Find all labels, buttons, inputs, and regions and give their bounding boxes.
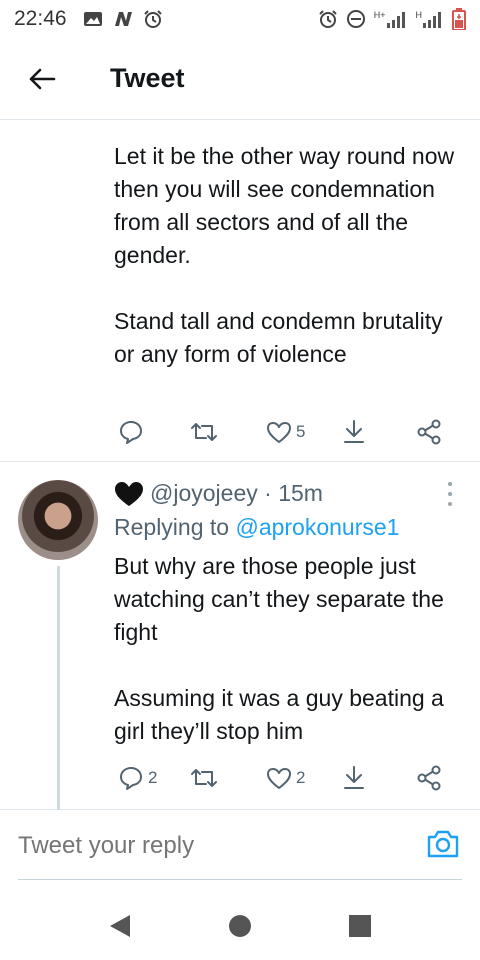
- nav-back-button[interactable]: [102, 908, 138, 944]
- dot-icon: [448, 502, 452, 506]
- dnd-icon: [346, 10, 365, 28]
- square-recents-icon: [349, 915, 371, 937]
- status-notification-icons: [83, 9, 163, 29]
- retweet-icon: [191, 769, 217, 787]
- retweet-button[interactable]: [190, 420, 222, 444]
- page-title: Tweet: [110, 63, 185, 93]
- nav-recents-button[interactable]: [342, 908, 378, 944]
- arrow-left-icon: [29, 68, 56, 89]
- tweet-actions: 5: [114, 412, 454, 452]
- alarm-icon: [143, 10, 162, 28]
- heart-outline-icon: [267, 768, 291, 789]
- reply-tweet[interactable]: @joyojeey · 15m Replying to @aprokonurse…: [0, 462, 480, 810]
- tweet-time: 15m: [278, 480, 323, 506]
- image-icon: [83, 12, 102, 26]
- signal-h-icon: H: [416, 10, 445, 28]
- download-button[interactable]: [342, 419, 366, 445]
- system-nav-bar: [0, 890, 480, 960]
- retweet-button[interactable]: [190, 766, 222, 790]
- nav-home-button[interactable]: [222, 908, 258, 944]
- network-type-label: H+: [373, 10, 386, 20]
- tweet-text: But why are those people just watching c…: [114, 553, 444, 744]
- replying-to-line: Replying to @aprokonurse1: [114, 514, 399, 541]
- dot-icon: [448, 492, 452, 496]
- dot-icon: [448, 482, 452, 486]
- thread-line: [57, 566, 60, 810]
- back-button[interactable]: [12, 49, 72, 109]
- black-heart-emoji-icon: [115, 481, 143, 506]
- battery-icon: [452, 8, 466, 30]
- app-header: Tweet: [0, 38, 480, 120]
- reply-button[interactable]: 2: [118, 765, 157, 791]
- alarm-icon: [319, 10, 337, 28]
- meta-separator: ·: [257, 480, 279, 506]
- heart-outline-icon: [267, 422, 291, 443]
- retweet-icon: [191, 423, 217, 441]
- n-app-icon: [114, 12, 132, 26]
- replying-to-handle[interactable]: @aprokonurse1: [235, 514, 399, 540]
- download-button[interactable]: [342, 765, 366, 791]
- download-icon: [344, 420, 364, 443]
- reply-icon: [120, 421, 142, 444]
- share-icon: [417, 419, 441, 445]
- like-count: 2: [296, 768, 306, 787]
- share-icon: [417, 765, 441, 791]
- like-button[interactable]: 5: [266, 420, 305, 444]
- tweet-main[interactable]: Let it be the other way round now then y…: [0, 120, 480, 462]
- camera-icon: [427, 830, 459, 858]
- status-bar: 22:46 H+ H: [0, 0, 480, 38]
- reply-input[interactable]: [18, 832, 398, 860]
- download-icon: [344, 766, 364, 789]
- signal-h-plus-icon: H+: [374, 10, 408, 28]
- replying-prefix: Replying to: [114, 514, 236, 540]
- camera-button[interactable]: [426, 828, 460, 862]
- avatar[interactable]: [18, 480, 98, 560]
- status-system-icons: H+ H: [318, 8, 466, 30]
- triangle-back-icon: [110, 915, 130, 937]
- tweet-meta: @joyojeey · 15m: [114, 480, 323, 507]
- reply-icon: [120, 767, 142, 790]
- circle-home-icon: [229, 915, 251, 937]
- reply-composer: [18, 828, 462, 880]
- status-time: 22:46: [14, 7, 67, 30]
- share-button[interactable]: [416, 419, 442, 445]
- share-button[interactable]: [416, 765, 442, 791]
- tweet-handle[interactable]: @joyojeey: [150, 480, 258, 507]
- like-button[interactable]: 2: [266, 766, 305, 790]
- more-options-button[interactable]: [440, 482, 460, 506]
- tweet-actions: 2 2: [114, 758, 454, 798]
- reply-count: 2: [148, 768, 158, 787]
- tweet-text: Let it be the other way round now then y…: [114, 143, 455, 367]
- like-count: 5: [296, 422, 306, 441]
- reply-button[interactable]: [118, 419, 148, 445]
